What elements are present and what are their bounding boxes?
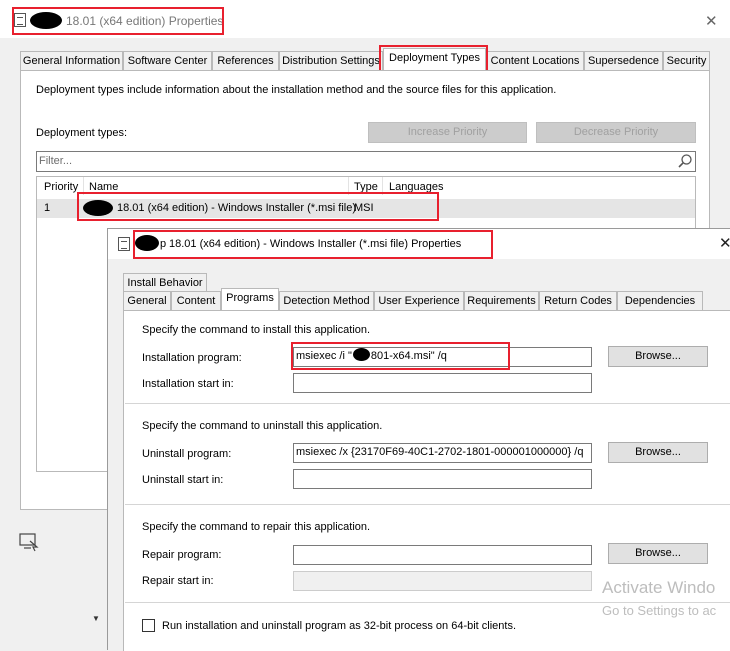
installation-start-in-input[interactable] (293, 373, 592, 393)
tab-general-information[interactable]: General Information (20, 51, 123, 70)
increase-priority-button[interactable]: Increase Priority (368, 122, 527, 143)
tab-programs[interactable]: Programs (221, 288, 279, 310)
uninstall-program-input[interactable]: msiexec /x {23170F69-40C1-2702-1801-0000… (293, 443, 592, 463)
deployment-icon (19, 533, 39, 552)
highlight-box (291, 342, 510, 370)
activation-watermark-line1: Activate Windo (602, 578, 716, 597)
activation-watermark-line2: Go to Settings to ac (602, 603, 717, 618)
tab-requirements[interactable]: Requirements (464, 291, 539, 310)
uninstall-program-label: Uninstall program: (142, 448, 232, 460)
installation-start-in-label: Installation start in: (142, 378, 234, 390)
inner-tab-strip: General Content Programs Detection Metho… (123, 288, 703, 311)
filter-input[interactable]: Filter... (36, 151, 696, 172)
repair-start-in-label: Repair start in: (142, 575, 214, 587)
close-icon[interactable]: ✕ (719, 234, 730, 252)
uninstall-start-in-input[interactable] (293, 469, 592, 489)
run-32bit-checkbox[interactable] (142, 619, 155, 632)
column-header-priority[interactable]: Priority (44, 181, 78, 193)
tab-general[interactable]: General (123, 291, 171, 310)
tab-content-locations[interactable]: Content Locations (486, 51, 584, 70)
outer-tab-strip: General Information Software Center Refe… (20, 48, 710, 71)
tab-software-center[interactable]: Software Center (123, 51, 212, 70)
repair-start-in-input[interactable] (293, 571, 592, 591)
highlight-box (77, 192, 439, 221)
highlight-box (133, 230, 493, 259)
uninstall-browse-button[interactable]: Browse... (608, 442, 708, 463)
search-icon[interactable] (677, 153, 693, 169)
highlight-box (379, 45, 488, 73)
tab-detection-method[interactable]: Detection Method (279, 291, 374, 310)
row-priority: 1 (44, 202, 51, 214)
tab-references[interactable]: References (212, 51, 279, 70)
deployment-types-description: Deployment types include information abo… (36, 84, 557, 96)
tab-dependencies[interactable]: Dependencies (617, 291, 703, 310)
tab-security[interactable]: Security (663, 51, 710, 70)
deployment-types-label: Deployment types: (36, 127, 128, 139)
run-32bit-checkbox-label: Run installation and uninstall program a… (162, 620, 517, 632)
document-icon (118, 237, 130, 251)
uninstall-start-in-label: Uninstall start in: (142, 474, 224, 486)
decrease-priority-button[interactable]: Decrease Priority (536, 122, 696, 143)
tab-install-behavior[interactable]: Install Behavior (123, 273, 207, 292)
close-icon[interactable]: ✕ (705, 12, 718, 30)
repair-program-label: Repair program: (142, 549, 222, 561)
tab-content[interactable]: Content (171, 291, 221, 310)
tab-return-codes[interactable]: Return Codes (539, 291, 617, 310)
installation-program-label: Installation program: (142, 352, 242, 364)
repair-browse-button[interactable]: Browse... (608, 543, 708, 564)
uninstall-heading: Specify the command to uninstall this ap… (142, 420, 383, 432)
section-divider (125, 403, 730, 404)
tab-user-experience[interactable]: User Experience (374, 291, 464, 310)
highlight-box (12, 7, 224, 35)
install-browse-button[interactable]: Browse... (608, 346, 708, 367)
repair-program-input[interactable] (293, 545, 592, 565)
section-divider (125, 504, 730, 505)
tab-supersedence[interactable]: Supersedence (584, 51, 663, 70)
repair-heading: Specify the command to repair this appli… (142, 521, 371, 533)
install-heading: Specify the command to install this appl… (142, 324, 371, 336)
dropdown-arrow-icon[interactable]: ▼ (92, 614, 100, 623)
tab-distribution-settings[interactable]: Distribution Settings (279, 51, 383, 70)
